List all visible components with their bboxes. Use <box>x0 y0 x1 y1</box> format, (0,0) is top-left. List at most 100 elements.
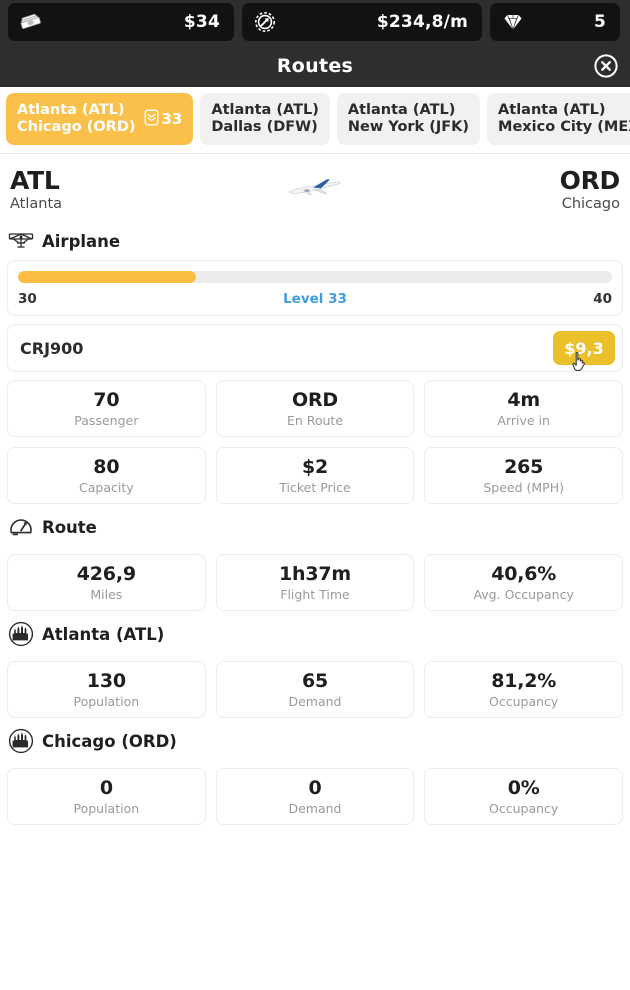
route-tab-level-value: 33 <box>161 110 183 129</box>
route-section-header: Route <box>0 504 630 546</box>
route-tab-atl-ord[interactable]: Atlanta (ATL) Chicago (ORD) 33 <box>6 93 194 146</box>
gear-arrow-icon <box>252 9 278 35</box>
diamond-icon <box>500 9 526 35</box>
route-tab-origin: Atlanta (ATL) <box>498 102 606 118</box>
airplane-model-name: CRJ900 <box>20 338 84 358</box>
title-bar: Routes <box>0 44 630 87</box>
stat-value: 265 <box>504 456 544 479</box>
route-tab-strip: Atlanta (ATL) Chicago (ORD) 33 Atlanta (… <box>0 87 630 155</box>
page-title: Routes <box>276 54 354 77</box>
city-skyline-icon <box>8 621 34 647</box>
level-progress-labels: 30 Level 33 40 <box>18 291 612 307</box>
airplane-stat-grid: 70 Passenger ORD En Route 4m Arrive in 8… <box>0 372 630 505</box>
stat-card-destination-population: 0 Population <box>7 768 206 826</box>
stat-value: 0 <box>308 777 322 800</box>
level-current-label: Level 33 <box>283 291 347 308</box>
stat-label: Occupancy <box>489 694 559 710</box>
stat-value: 81,2% <box>491 670 557 693</box>
stat-card-origin-demand: 65 Demand <box>215 661 415 719</box>
stat-value: 1h37m <box>278 563 351 586</box>
stat-card-ticket-price: $2 Ticket Price <box>215 447 415 505</box>
stat-value: 80 <box>93 456 120 479</box>
stat-value: 130 <box>86 670 126 693</box>
resource-pill-money[interactable]: $34 <box>8 3 234 41</box>
stat-label: Arrive in <box>497 413 550 429</box>
stat-card-arrive-in: 4m Arrive in <box>424 380 623 438</box>
route-section-title: Route <box>42 517 97 537</box>
airplane-section-title: Airplane <box>42 231 121 251</box>
route-tab-labels: Atlanta (ATL) Dallas (DFW) <box>211 102 318 136</box>
stat-card-origin-occupancy: 81,2% Occupancy <box>424 661 623 719</box>
stat-card-en-route: ORD En Route <box>215 380 415 438</box>
stat-card-miles: 426,9 Miles <box>7 554 206 612</box>
level-min-label: 30 <box>18 291 37 308</box>
stat-label: Avg. Occupancy <box>473 587 574 603</box>
level-max-label: 40 <box>593 291 612 308</box>
stat-card-destination-occupancy: 0% Occupancy <box>424 768 623 826</box>
airplane-level-card: 30 Level 33 40 <box>7 260 623 317</box>
route-tab-labels: Atlanta (ATL) New York (JFK) <box>348 102 469 136</box>
route-tab-destination: Mexico City (MEX) <box>498 119 630 136</box>
destination-city-section-title: Chicago (ORD) <box>42 731 177 751</box>
destination-city-stat-grid: 0 Population 0 Demand 0% Occupancy <box>0 760 630 826</box>
stat-label: Ticket Price <box>279 480 351 496</box>
resource-pill-gems[interactable]: 5 <box>490 3 620 41</box>
stat-value: 40,6% <box>491 563 557 586</box>
route-tab-origin: Atlanta (ATL) <box>211 102 319 118</box>
cash-stack-icon <box>18 9 44 35</box>
rank-badge-icon <box>144 109 159 130</box>
airplane-section-header: Airplane <box>0 218 630 260</box>
stat-value: 0 <box>99 777 113 800</box>
route-tab-origin: Atlanta (ATL) <box>347 102 456 118</box>
resource-value-gems: 5 <box>593 12 606 32</box>
airplane-upgrade-price-button[interactable]: $9,3 <box>553 331 615 366</box>
stat-card-passenger: 70 Passenger <box>7 380 206 438</box>
destination-airport-block: ORD Chicago <box>560 167 621 213</box>
origin-city-stat-grid: 130 Population 65 Demand 81,2% Occupancy <box>0 653 630 719</box>
stat-label: Occupancy <box>489 801 559 817</box>
airplane-model-row: CRJ900 $9,3 <box>7 324 623 373</box>
route-header: ATL Atlanta ORD Chicago <box>0 154 630 218</box>
level-progress-bar <box>18 271 612 284</box>
route-tab-level-badge: 33 <box>144 109 183 130</box>
stat-card-speed: 265 Speed (MPH) <box>424 447 623 505</box>
origin-airport-city: Atlanta <box>10 196 63 213</box>
route-tab-destination: New York (JFK) <box>347 119 470 136</box>
stat-card-origin-population: 130 Population <box>7 661 206 719</box>
route-tab-labels: Atlanta (ATL) Chicago (ORD) <box>17 102 136 136</box>
city-skyline-icon <box>8 728 34 754</box>
stat-value: 426,9 <box>76 563 136 586</box>
resource-value-money: $34 <box>183 12 220 32</box>
stat-label: Population <box>73 801 140 817</box>
origin-airport-block: ATL Atlanta <box>10 166 63 213</box>
stat-card-capacity: 80 Capacity <box>7 447 206 505</box>
stat-value: ORD <box>292 389 338 412</box>
stat-value: $2 <box>301 456 329 479</box>
stat-card-destination-demand: 0 Demand <box>215 768 415 826</box>
destination-airport-city: Chicago <box>561 196 620 213</box>
route-tab-destination: Dallas (DFW) <box>211 119 318 136</box>
resource-pill-income[interactable]: $234,8/m <box>242 3 482 41</box>
speedometer-icon <box>8 514 34 540</box>
stat-label: En Route <box>286 413 344 429</box>
stat-label: Capacity <box>79 480 134 496</box>
stat-card-flight-time: 1h37m Flight Time <box>215 554 415 612</box>
stat-card-avg-occupancy: 40,6% Avg. Occupancy <box>424 554 623 612</box>
route-tab-origin: Atlanta (ATL) <box>17 102 125 118</box>
origin-airport-code: ATL <box>10 166 60 196</box>
destination-city-section-header: Chicago (ORD) <box>0 718 630 760</box>
stat-label: Demand <box>288 694 342 710</box>
stat-value: 65 <box>301 670 329 693</box>
stat-value: 0% <box>507 777 540 800</box>
level-progress-fill <box>18 271 197 284</box>
route-tab-atl-mex[interactable]: Atlanta (ATL) Mexico City (MEX) <box>487 93 630 146</box>
close-circle-icon[interactable] <box>593 53 619 79</box>
top-resource-bar: $34 $234,8/m 5 <box>0 0 630 44</box>
resource-value-income: $234,8/m <box>376 12 468 32</box>
route-tab-atl-jfk[interactable]: Atlanta (ATL) New York (JFK) <box>336 93 481 146</box>
stat-label: Speed (MPH) <box>483 480 564 496</box>
route-tab-atl-dfw[interactable]: Atlanta (ATL) Dallas (DFW) <box>200 93 330 146</box>
airplane-top-icon <box>8 228 34 254</box>
stat-label: Miles <box>90 587 123 603</box>
origin-city-section-title: Atlanta (ATL) <box>42 624 165 644</box>
